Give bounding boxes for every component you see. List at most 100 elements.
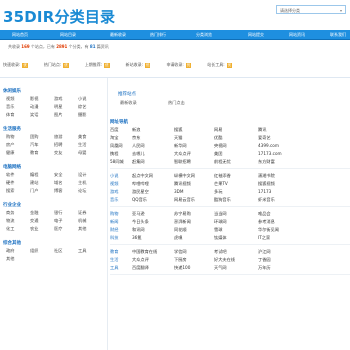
site-link[interactable]: 万年历 bbox=[258, 265, 271, 271]
site-link[interactable]: 17173 bbox=[258, 189, 271, 194]
sidebar-link[interactable]: 设计 bbox=[78, 172, 86, 178]
site-link[interactable]: 芒果TV bbox=[214, 181, 228, 187]
site-link[interactable]: 游民星空 bbox=[132, 189, 149, 195]
site-link[interactable]: 天猫 bbox=[174, 135, 182, 141]
nav-item[interactable]: 联系我们 bbox=[330, 30, 346, 39]
sidebar-link[interactable]: 农业 bbox=[30, 226, 38, 232]
sidebar-link[interactable]: 证券 bbox=[78, 210, 86, 216]
quick-link[interactable]: 热门站点: 优 bbox=[44, 62, 69, 68]
site-link[interactable]: 小说 bbox=[110, 173, 118, 179]
sidebar-link[interactable]: 旅游 bbox=[54, 134, 62, 140]
site-link[interactable]: 快递100 bbox=[174, 265, 190, 271]
site-logo[interactable]: 35DIR分类目录 bbox=[3, 6, 115, 27]
sidebar-link[interactable]: 政府 bbox=[6, 248, 14, 254]
sidebar-link[interactable]: 电子 bbox=[54, 218, 62, 224]
site-link[interactable]: 钛媒体 bbox=[214, 235, 227, 241]
sidebar-link[interactable]: 其他 bbox=[78, 226, 86, 232]
sidebar-link[interactable]: 化工 bbox=[6, 226, 14, 232]
sidebar-link[interactable]: 硬件 bbox=[6, 180, 14, 186]
sidebar-link[interactable]: 门户 bbox=[30, 188, 38, 194]
site-link[interactable]: 苏宁易购 bbox=[174, 211, 191, 217]
site-link[interactable]: 起点中文网 bbox=[132, 173, 153, 179]
site-link[interactable]: 腾讯 bbox=[258, 127, 266, 133]
site-link[interactable]: 网易 bbox=[214, 127, 222, 133]
nav-item[interactable]: 分类浏览 bbox=[196, 30, 212, 39]
tab-latest[interactable]: 最新收录 bbox=[120, 100, 137, 106]
sidebar-link[interactable]: 安全 bbox=[54, 172, 62, 178]
site-link[interactable]: 爱奇艺 bbox=[258, 135, 271, 141]
site-link[interactable]: 视频 bbox=[110, 181, 118, 187]
site-link[interactable]: 华尔街见闻 bbox=[258, 227, 279, 233]
site-link[interactable]: 美团 bbox=[214, 151, 222, 157]
site-link[interactable]: 财经 bbox=[110, 227, 118, 233]
sidebar-link[interactable]: 组织 bbox=[30, 248, 38, 254]
sidebar-link[interactable]: 体育 bbox=[6, 112, 14, 118]
quick-link[interactable]: 上期推荐: 优 bbox=[85, 62, 110, 68]
sidebar-link[interactable]: 小说 bbox=[78, 96, 86, 102]
site-link[interactable]: 智联招聘 bbox=[174, 159, 191, 165]
site-link[interactable]: 36氪 bbox=[132, 235, 142, 241]
nav-item[interactable]: 网站资讯 bbox=[289, 30, 305, 39]
site-link[interactable]: 和讯网 bbox=[132, 227, 145, 233]
sidebar-link[interactable]: 健康 bbox=[6, 150, 14, 156]
site-link[interactable]: 好大夫在线 bbox=[214, 257, 235, 263]
sidebar-link[interactable]: 交通 bbox=[30, 218, 38, 224]
site-link[interactable]: 哔哩哔哩 bbox=[132, 181, 149, 187]
site-link[interactable]: 新华网 bbox=[174, 143, 187, 149]
sidebar-link[interactable]: 物流 bbox=[6, 218, 14, 224]
site-link[interactable]: 百度翻译 bbox=[132, 265, 149, 271]
sidebar-link[interactable]: 招聘 bbox=[54, 142, 62, 148]
sidebar-link[interactable]: 笑话 bbox=[30, 112, 38, 118]
site-link[interactable]: 购物 bbox=[110, 211, 118, 217]
sidebar-link[interactable]: 房产 bbox=[6, 142, 14, 148]
site-link[interactable]: 大众点评 bbox=[132, 257, 149, 263]
site-link[interactable]: 人民网 bbox=[132, 143, 145, 149]
site-link[interactable]: 携程 bbox=[110, 151, 118, 157]
nav-item[interactable]: 最新收录 bbox=[110, 30, 126, 39]
site-link[interactable]: 生活 bbox=[110, 257, 118, 263]
sidebar-link[interactable]: 购物 bbox=[6, 134, 14, 140]
sidebar-link[interactable]: 视频 bbox=[6, 96, 14, 102]
sidebar-link[interactable]: 博客 bbox=[54, 188, 62, 194]
sidebar-link[interactable]: 域名 bbox=[54, 180, 62, 186]
site-link[interactable]: 淘宝 bbox=[110, 135, 118, 141]
sidebar-link[interactable]: 综艺 bbox=[78, 104, 86, 110]
site-link[interactable]: 3DM bbox=[174, 189, 184, 194]
sidebar-link[interactable]: 主机 bbox=[78, 180, 86, 186]
sidebar-link[interactable]: 金融 bbox=[30, 210, 38, 216]
site-link[interactable]: 新浪 bbox=[132, 127, 140, 133]
sidebar-link[interactable]: 游戏 bbox=[54, 96, 62, 102]
site-link[interactable]: 东方财富 bbox=[258, 159, 275, 165]
sidebar-link[interactable]: 编程 bbox=[30, 172, 38, 178]
site-link[interactable]: 潇湘书院 bbox=[258, 173, 275, 179]
site-link[interactable]: 科技 bbox=[110, 235, 118, 241]
site-link[interactable]: 教育 bbox=[110, 249, 118, 255]
sidebar-link[interactable]: 影视 bbox=[30, 96, 38, 102]
sidebar-link[interactable]: 摄影 bbox=[78, 112, 86, 118]
site-link[interactable]: 环球网 bbox=[214, 219, 227, 225]
site-link[interactable]: 工具 bbox=[110, 265, 118, 271]
site-link[interactable]: 游戏 bbox=[110, 189, 118, 195]
nav-item[interactable]: 网站首页 bbox=[12, 30, 28, 39]
sidebar-link[interactable]: 论坛 bbox=[78, 188, 86, 194]
nav-item[interactable]: 网站提交 bbox=[248, 30, 264, 39]
site-link[interactable]: 优酷 bbox=[214, 135, 222, 141]
quick-link[interactable]: 快速收录: 优 bbox=[3, 62, 28, 68]
sidebar-link[interactable]: 音乐 bbox=[6, 104, 14, 110]
category-select[interactable]: 请选择分类 ▾ bbox=[276, 5, 346, 14]
sidebar-link[interactable]: 图片 bbox=[54, 112, 62, 118]
sidebar-link[interactable]: 工具 bbox=[78, 248, 86, 254]
site-link[interactable]: 京东 bbox=[132, 135, 140, 141]
site-link[interactable]: 雪球 bbox=[214, 227, 222, 233]
site-link[interactable]: 搜狐 bbox=[174, 127, 182, 133]
sidebar-link[interactable]: 汽车 bbox=[30, 142, 38, 148]
site-link[interactable]: 4399.com bbox=[258, 143, 279, 148]
sidebar-link[interactable]: 搜索 bbox=[6, 188, 14, 194]
site-link[interactable]: 参考消息 bbox=[258, 219, 275, 225]
sidebar-link[interactable]: 社区 bbox=[54, 248, 62, 254]
sidebar-link[interactable]: 动漫 bbox=[30, 104, 38, 110]
sidebar-link[interactable]: 医疗 bbox=[54, 226, 62, 232]
sidebar-link[interactable]: 银行 bbox=[54, 210, 62, 216]
site-link[interactable]: 搜狐视频 bbox=[258, 181, 275, 187]
nav-item[interactable]: 网站目录 bbox=[60, 30, 76, 39]
